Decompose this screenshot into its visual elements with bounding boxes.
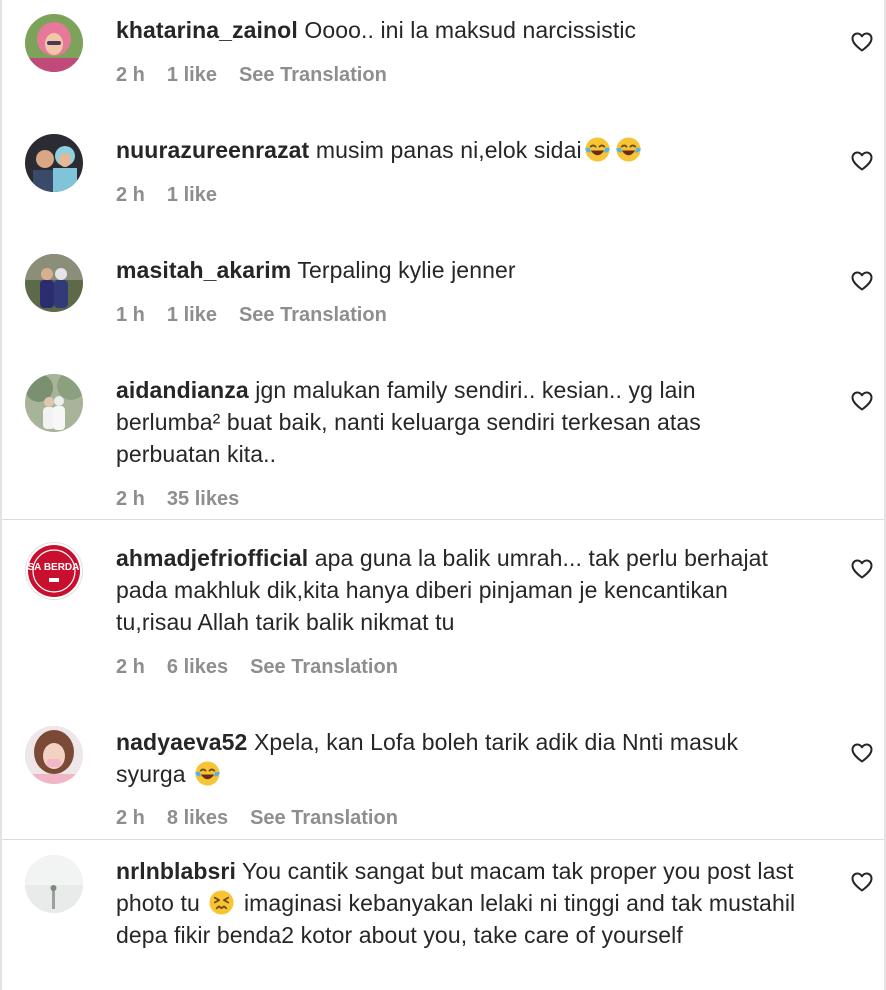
comment-likes[interactable]: 8 likes [167,807,228,830]
left-edge-border [0,0,2,990]
persevering-face-emoji [209,890,234,915]
see-translation-link[interactable]: See Translation [250,807,398,830]
comment-text: nrlnblabsri You cantik sangat but macam … [116,855,806,951]
heart-outline-icon[interactable] [850,557,874,581]
avatar[interactable] [25,134,83,192]
face-with-tears-of-joy-emoji [584,137,610,162]
comment-text: nadyaeva52 Xpela, kan Lofa boleh tarik a… [116,726,806,790]
comment-body: Oooo.. ini la maksud narcissistic [304,17,637,43]
comment-likes[interactable]: 1 like [167,304,217,327]
comment-username[interactable]: nrlnblabsri [116,858,236,884]
see-translation-link[interactable]: See Translation [239,304,387,327]
comment-likes[interactable]: 1 like [167,64,217,87]
comment-text: nuurazureenrazat musim panas ni,elok sid… [116,134,806,166]
comment-meta: 2 h 6 likes See Translation [116,656,398,679]
avatar[interactable] [25,374,83,432]
comment-meta: 2 h 1 like See Translation [116,64,387,87]
comment-meta: 2 h 35 likes [116,488,239,511]
comment-likes[interactable]: 6 likes [167,656,228,679]
avatar[interactable]: #AOSA BERDARAH [25,542,83,600]
heart-outline-icon[interactable] [850,269,874,293]
comment-time: 2 h [116,64,145,86]
see-translation-link[interactable]: See Translation [239,64,387,87]
comment-likes[interactable]: 35 likes [167,488,239,511]
comment-time: 2 h [116,656,145,678]
heart-outline-icon[interactable] [850,149,874,173]
heart-outline-icon[interactable] [850,389,874,413]
comment-time: 2 h [116,184,145,206]
comments-list: khatarina_zainol Oooo.. ini la maksud na… [0,0,886,990]
comment-meta: 2 h 1 like [116,184,217,207]
heart-outline-icon[interactable] [850,870,874,894]
comment-username[interactable]: nadyaeva52 [116,729,247,755]
comment-time: 1 h [116,304,145,326]
comment-text: ahmadjefriofficial apa guna la balik umr… [116,542,806,638]
heart-outline-icon[interactable] [850,741,874,765]
comment-meta: 2 h 8 likes See Translation [116,807,398,830]
avatar[interactable] [25,14,83,72]
comment-username[interactable]: aidandianza [116,377,249,403]
avatar[interactable] [25,726,83,784]
divider [0,519,886,520]
see-translation-link[interactable]: See Translation [250,656,398,679]
comment-time: 2 h [116,488,145,510]
avatar-badge-text: #AOSA BERDARAH [26,562,82,573]
face-with-tears-of-joy-emoji [195,761,221,786]
divider [0,839,886,840]
heart-outline-icon[interactable] [850,30,874,54]
avatar[interactable] [25,254,83,312]
comment-text: khatarina_zainol Oooo.. ini la maksud na… [116,14,806,46]
comment-username[interactable]: nuurazureenrazat [116,137,309,163]
comment-username[interactable]: khatarina_zainol [116,17,298,43]
comment-text: aidandianza jgn malukan family sendiri..… [116,374,806,470]
comment-body: musim panas ni,elok sidai [315,137,582,163]
face-with-tears-of-joy-emoji [615,137,641,162]
comment-username[interactable]: ahmadjefriofficial [116,545,308,571]
comment-body: Terpaling kylie jenner [297,257,516,283]
comment-likes[interactable]: 1 like [167,184,217,207]
comment-text: masitah_akarim Terpaling kylie jenner [116,254,806,286]
comment-username[interactable]: masitah_akarim [116,257,291,283]
comment-meta: 1 h 1 like See Translation [116,304,387,327]
comment-time: 2 h [116,807,145,829]
avatar[interactable] [25,855,83,913]
